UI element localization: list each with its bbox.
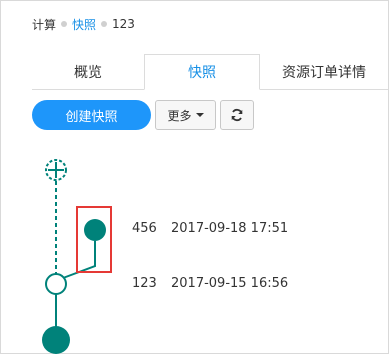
create-snapshot-button[interactable]: 创建快照 (32, 100, 151, 130)
tab-bar: 概览 快照 资源订单详情 (32, 54, 388, 90)
refresh-icon (231, 108, 243, 122)
more-button-label: 更多 (167, 108, 192, 123)
snapshot-node-123[interactable] (45, 273, 67, 295)
breadcrumb-separator (61, 21, 68, 27)
refresh-button[interactable] (220, 100, 254, 130)
panel: 计算 快照 123 概览 快照 资源订单详情 创建快照 更多 456 2017-… (0, 0, 389, 354)
tab-snapshot[interactable]: 快照 (144, 54, 260, 90)
more-button[interactable]: 更多 (155, 100, 216, 130)
breadcrumb-item-current: 123 (112, 17, 135, 31)
snapshot-tree: 456 2017-09-18 17:51 123 2017-09-15 16:5… (1, 151, 389, 355)
snapshot-name[interactable]: 123 (132, 276, 157, 291)
breadcrumb-item-snapshot[interactable]: 快照 (72, 16, 96, 33)
snapshot-node-456[interactable] (84, 219, 106, 241)
snapshot-time: 2017-09-18 17:51 (171, 221, 289, 236)
snapshot-tree-graph (42, 159, 112, 354)
tab-resource-order-details[interactable]: 资源订单详情 (260, 54, 388, 89)
snapshot-name[interactable]: 456 (132, 221, 157, 236)
tab-overview[interactable]: 概览 (32, 54, 144, 89)
snapshot-time: 2017-09-15 16:56 (171, 276, 289, 291)
current-state-node (45, 159, 67, 181)
breadcrumb-separator (101, 21, 108, 27)
caret-down-icon (195, 113, 204, 117)
root-node (42, 326, 70, 354)
breadcrumb: 计算 快照 123 (32, 16, 135, 32)
breadcrumb-item-compute[interactable]: 计算 (32, 16, 56, 33)
